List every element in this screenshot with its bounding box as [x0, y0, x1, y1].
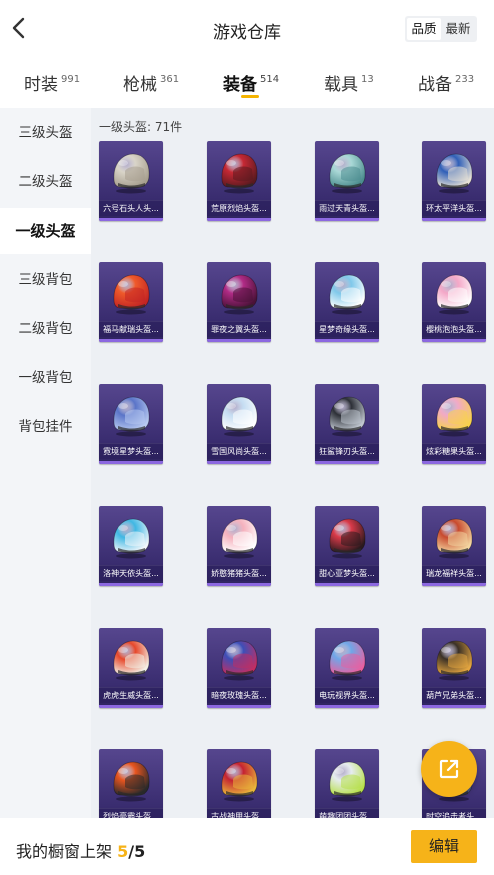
item-name-label: 星梦奇缘头盔... [315, 321, 379, 337]
helmet-item-card[interactable]: 葫芦兄弟头盔... [422, 628, 486, 708]
helmet-item-card[interactable]: 暗夜玫瑰头盔... [207, 628, 271, 708]
showcase-label: 我的橱窗上架 [16, 842, 113, 861]
helmet-icon [113, 640, 150, 681]
item-name-label: 狂鲨锋刃头盔... [315, 443, 379, 459]
tab-equipment[interactable]: 装备 514 [223, 70, 279, 95]
helmet-item-card[interactable]: 电玩视界头盔... [315, 628, 379, 708]
helmet-icon [113, 153, 150, 194]
sidebar-item-level3-backpack[interactable]: 三级背包 [0, 257, 91, 303]
item-name-label: 甜心亚梦头盔... [315, 565, 379, 581]
item-name-label: 瑞龙福祥头盔... [422, 565, 486, 581]
item-grid-area: 一级头盔: 71件 六号石头人头... 荒原烈焰头盔... 雨过天青头盔... 环太平… [91, 108, 494, 818]
item-name-label: 樱桃泡泡头盔... [422, 321, 486, 337]
sidebar-item-backpack-pendant[interactable]: 背包挂件 [0, 404, 91, 450]
item-name-label: 娇憨猪猪头盔... [207, 565, 271, 581]
item-name-label: 荒原烈焰头盔... [207, 200, 271, 216]
helmet-item-card[interactable]: 娇憨猪猪头盔... [207, 506, 271, 586]
helmet-item-card[interactable]: 环太平洋头盔... [422, 141, 486, 221]
share-fab-button[interactable] [421, 741, 477, 797]
item-name-label: 古战神甲头盔... [207, 808, 271, 818]
header: 游戏仓库 品质 最新 [0, 0, 494, 58]
helmet-item-card[interactable]: 烈焰豪霸头盔... [99, 749, 163, 818]
item-name-label: 烈焰豪霸头盔... [99, 808, 163, 818]
helmet-icon [329, 153, 366, 194]
showcase-status: 我的橱窗上架 5/5 [16, 838, 145, 862]
helmet-icon [221, 761, 258, 802]
helmet-item-card[interactable]: 炫彩糖果头盔... [422, 384, 486, 464]
helmet-icon [113, 396, 150, 437]
active-tab-indicator [241, 95, 259, 98]
item-name-label: 葫芦兄弟头盔... [422, 687, 486, 703]
sidebar-item-level1-backpack[interactable]: 一级背包 [0, 355, 91, 401]
item-name-label: 时空追击者头... [422, 808, 486, 818]
helmet-item-card[interactable]: 雪国风尚头盔... [207, 384, 271, 464]
item-name-label: 环太平洋头盔... [422, 200, 486, 216]
helmet-icon [436, 518, 473, 559]
helmet-icon [436, 396, 473, 437]
helmet-icon [221, 274, 258, 315]
helmet-icon [329, 640, 366, 681]
helmet-item-card[interactable]: 雨过天青头盔... [315, 141, 379, 221]
sidebar-item-level2-helmet[interactable]: 二级头盔 [0, 159, 91, 205]
helmet-icon [436, 640, 473, 681]
tab-fashion[interactable]: 时装 991 [24, 70, 80, 95]
item-name-label: 电玩视界头盔... [315, 687, 379, 703]
helmet-item-card[interactable]: 荒原烈焰头盔... [207, 141, 271, 221]
helmet-item-card[interactable]: 甜心亚梦头盔... [315, 506, 379, 586]
item-name-label: 萌趣团团头盔... [315, 808, 379, 818]
helmet-item-card[interactable]: 古战神甲头盔... [207, 749, 271, 818]
item-name-label: 雪国风尚头盔... [207, 443, 271, 459]
item-name-label: 雨过天青头盔... [315, 200, 379, 216]
sidebar-item-level3-helmet[interactable]: 三级头盔 [0, 110, 91, 156]
item-name-label: 虎虎生威头盔... [99, 687, 163, 703]
showcase-count: 5 [117, 842, 129, 861]
item-name-label: 霓境星梦头盔... [99, 443, 163, 459]
helmet-item-card[interactable]: 福马献瑞头盔... [99, 262, 163, 342]
helmet-icon [113, 274, 150, 315]
helmet-item-card[interactable]: 狂鲨锋刃头盔... [315, 384, 379, 464]
item-name-label: 洛神天依头盔... [99, 565, 163, 581]
tab-guns[interactable]: 枪械 361 [123, 70, 179, 95]
helmet-item-card[interactable]: 瑞龙福祥头盔... [422, 506, 486, 586]
helmet-item-card[interactable]: 罪夜之翼头盔... [207, 262, 271, 342]
edit-button[interactable]: 编辑 [411, 830, 477, 863]
helmet-icon [221, 640, 258, 681]
sort-toggle: 品质 最新 [405, 16, 477, 42]
category-tabs: 时装 991 枪械 361 装备 514 载具 13 战备 233 [0, 58, 494, 108]
helmet-icon [436, 153, 473, 194]
helmet-item-card[interactable]: 霓境星梦头盔... [99, 384, 163, 464]
section-label: 一级头盔: 71件 [99, 120, 183, 134]
item-name-label: 暗夜玫瑰头盔... [207, 687, 271, 703]
item-name-label: 罪夜之翼头盔... [207, 321, 271, 337]
helmet-item-card[interactable]: 樱桃泡泡头盔... [422, 262, 486, 342]
helmet-item-card[interactable]: 萌趣团团头盔... [315, 749, 379, 818]
helmet-icon [113, 761, 150, 802]
sort-newest-button[interactable]: 最新 [441, 18, 475, 40]
sidebar-item-level2-backpack[interactable]: 二级背包 [0, 306, 91, 352]
item-name-label: 六号石头人头... [99, 200, 163, 216]
helmet-icon [221, 153, 258, 194]
helmet-icon [436, 274, 473, 315]
helmet-icon [221, 518, 258, 559]
showcase-total: /5 [128, 842, 146, 861]
helmet-item-card[interactable]: 虎虎生威头盔... [99, 628, 163, 708]
item-name-label: 福马献瑞头盔... [99, 321, 163, 337]
helmet-icon [221, 396, 258, 437]
helmet-item-card[interactable]: 洛神天依头盔... [99, 506, 163, 586]
helmet-icon [329, 274, 366, 315]
sort-quality-button[interactable]: 品质 [407, 18, 441, 40]
item-name-label: 炫彩糖果头盔... [422, 443, 486, 459]
helmet-icon [329, 518, 366, 559]
share-external-icon [439, 759, 459, 779]
helmet-icon [329, 761, 366, 802]
footer-bar: 我的橱窗上架 5/5 编辑 [0, 818, 494, 875]
sidebar-item-level1-helmet[interactable]: 一级头盔 [0, 208, 91, 254]
tab-vehicles[interactable]: 载具 13 [324, 70, 374, 95]
helmet-item-card[interactable]: 六号石头人头... [99, 141, 163, 221]
helmet-icon [329, 396, 366, 437]
helmet-icon [113, 518, 150, 559]
helmet-item-card[interactable]: 星梦奇缘头盔... [315, 262, 379, 342]
tab-supplies[interactable]: 战备 233 [418, 70, 474, 95]
sidebar: 三级头盔 二级头盔 一级头盔 三级背包 二级背包 一级背包 背包挂件 [0, 108, 91, 818]
